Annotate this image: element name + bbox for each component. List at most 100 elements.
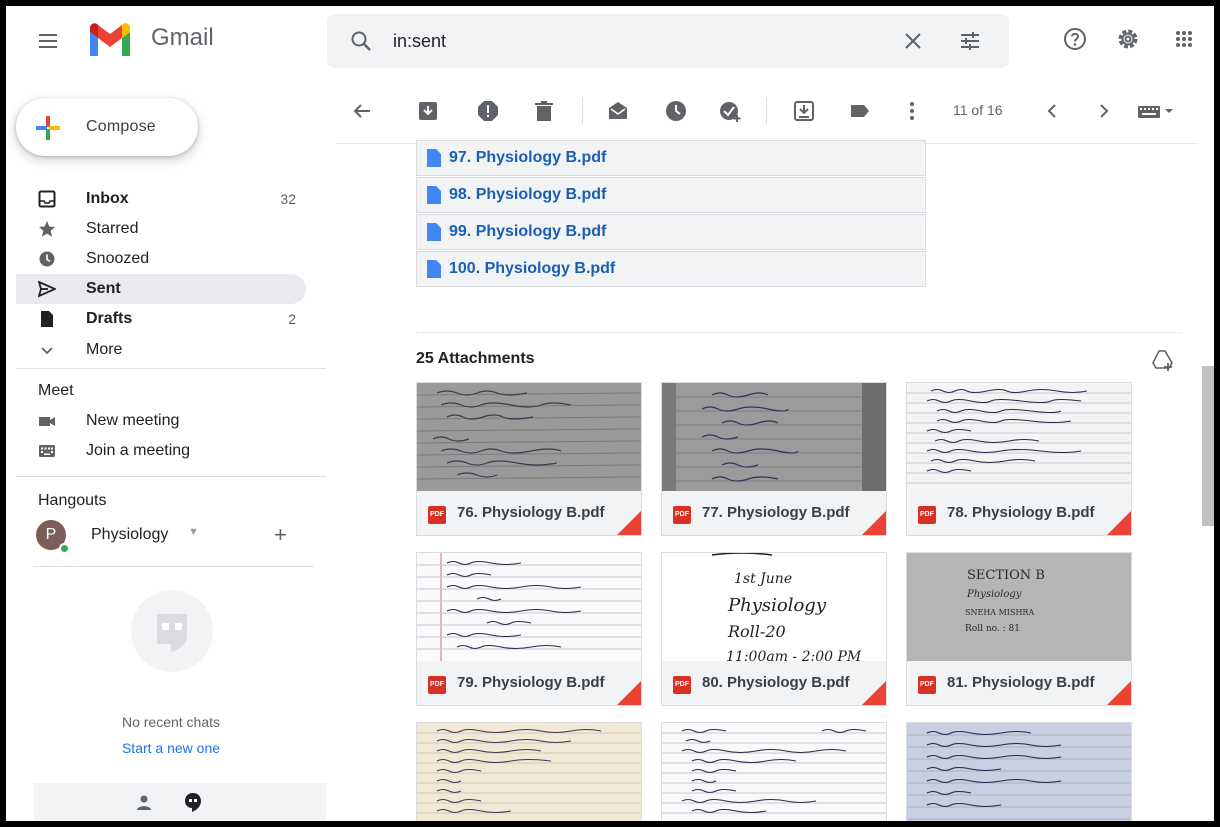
mark-unread-icon[interactable]: [606, 99, 630, 123]
help-icon[interactable]: [1061, 25, 1089, 53]
file-name: 97. Physiology B.pdf: [449, 149, 607, 166]
settings-icon[interactable]: [1114, 25, 1142, 53]
search-bar[interactable]: [327, 14, 1009, 68]
sidebar-item-starred[interactable]: Starred: [16, 214, 306, 244]
attachment-card[interactable]: 1st June Physiology Roll-20 11:00am - 2:…: [661, 552, 887, 706]
keyboard-icon[interactable]: [1136, 99, 1176, 123]
file-name: 100. Physiology B.pdf: [449, 260, 616, 277]
more-icon[interactable]: [900, 99, 924, 123]
attachment-card[interactable]: PDF 76. Physiology B.pdf: [416, 382, 642, 536]
search-options-icon[interactable]: [957, 28, 983, 54]
clear-icon[interactable]: [900, 28, 926, 54]
toolbar-separator: [766, 98, 767, 124]
attachment-card[interactable]: SECTION B Physiology SNEHA MISHRA Roll n…: [906, 552, 1132, 706]
attachment-card[interactable]: [661, 722, 887, 821]
hangouts-user-name: Physiology: [91, 526, 169, 543]
file-icon: [427, 223, 441, 241]
snooze-icon[interactable]: [664, 99, 688, 123]
message-view: 11 of 16 97. Physiology B.pdf 98. Physio…: [336, 78, 1214, 821]
file-icon: [427, 260, 441, 278]
back-icon[interactable]: [350, 99, 374, 123]
inbox-icon: [38, 190, 56, 208]
attachment-card[interactable]: [906, 722, 1132, 821]
attachments-divider: [416, 332, 1182, 333]
attachment-card[interactable]: PDF 79. Physiology B.pdf: [416, 552, 642, 706]
toolbar-separator: [582, 98, 583, 124]
compose-button[interactable]: Compose: [16, 98, 198, 156]
search-input[interactable]: [393, 28, 853, 54]
sidebar-item-sent[interactable]: Sent: [16, 274, 306, 304]
left-navigation: Compose Inbox 32 Starred Snoozed Sent Dr…: [6, 78, 326, 821]
pager-text: 11 of 16: [953, 102, 1003, 118]
add-to-drive-icon[interactable]: [1151, 348, 1175, 372]
fold-corner-icon: [615, 681, 641, 705]
attachment-caption: PDF 79. Physiology B.pdf: [417, 661, 641, 705]
sidebar-item-snoozed[interactable]: Snoozed: [16, 244, 306, 274]
file-icon: [427, 186, 441, 204]
cover-text: Physiology: [966, 589, 1022, 600]
menu-icon[interactable]: [32, 26, 62, 56]
attachment-card[interactable]: PDF 78. Physiology B.pdf: [906, 382, 1132, 536]
cover-text: 1st June: [734, 571, 792, 587]
no-chats-text: No recent chats: [121, 714, 221, 730]
hangouts-chat-icon[interactable]: [182, 791, 204, 813]
hangouts-title: Hangouts: [38, 492, 107, 509]
report-spam-icon[interactable]: [476, 99, 500, 123]
delete-icon[interactable]: [532, 99, 556, 123]
scrollbar-thumb[interactable]: [1202, 366, 1214, 526]
file-link[interactable]: 100. Physiology B.pdf: [416, 251, 926, 287]
hangouts-user[interactable]: P Physiology ▼ +: [34, 518, 324, 554]
add-task-icon[interactable]: [718, 99, 742, 123]
star-icon: [39, 221, 55, 237]
unread-count: 32: [280, 191, 296, 207]
older-icon[interactable]: [1092, 99, 1116, 123]
pdf-icon: PDF: [673, 506, 691, 524]
sidebar-divider: [34, 566, 314, 567]
app-header: Gmail: [6, 6, 1214, 78]
apps-icon[interactable]: [1170, 25, 1198, 53]
attachment-thumbnail: [417, 723, 641, 821]
attachment-card[interactable]: PDF 77. Physiology B.pdf: [661, 382, 887, 536]
cover-text: Roll no. : 81: [965, 624, 1020, 634]
attachment-caption: PDF 76. Physiology B.pdf: [417, 491, 641, 535]
fold-corner-icon: [860, 511, 886, 535]
attachment-name: 81. Physiology B.pdf: [947, 674, 1095, 691]
status-dropdown-icon[interactable]: ▼: [188, 526, 199, 538]
sidebar-item-label: Starred: [86, 220, 139, 237]
new-chat-plus-icon[interactable]: +: [274, 522, 287, 548]
send-icon: [38, 280, 56, 298]
newer-icon[interactable]: [1040, 99, 1064, 123]
attachment-name: 79. Physiology B.pdf: [457, 674, 605, 691]
attachment-caption: PDF 80. Physiology B.pdf: [662, 661, 886, 705]
cover-text: SECTION B: [967, 568, 1045, 583]
pdf-icon: PDF: [428, 506, 446, 524]
attachment-thumbnail: 1st June Physiology Roll-20 11:00am - 2:…: [662, 553, 886, 661]
start-new-chat-link[interactable]: Start a new one: [6, 740, 336, 756]
new-meeting-link[interactable]: New meeting: [16, 406, 306, 436]
sidebar-item-inbox[interactable]: Inbox 32: [16, 184, 306, 214]
draft-icon: [41, 311, 53, 327]
join-meeting-link[interactable]: Join a meeting: [16, 436, 306, 466]
cover-text: SNEHA MISHRA: [965, 608, 1034, 617]
video-camera-icon: [39, 417, 55, 426]
archive-icon[interactable]: [416, 99, 440, 123]
attachment-caption: PDF 77. Physiology B.pdf: [662, 491, 886, 535]
attachment-name: 76. Physiology B.pdf: [457, 504, 605, 521]
fold-corner-icon: [1105, 511, 1131, 535]
gmail-logo[interactable]: [86, 22, 134, 58]
label-icon[interactable]: [848, 99, 872, 123]
sidebar-item-label: Inbox: [86, 190, 129, 207]
contacts-icon[interactable]: [134, 793, 154, 813]
app-brand: Gmail: [151, 24, 214, 51]
attachment-card[interactable]: [416, 722, 642, 821]
file-link[interactable]: 97. Physiology B.pdf: [416, 140, 926, 176]
file-link[interactable]: 98. Physiology B.pdf: [416, 177, 926, 213]
attachment-name: 80. Physiology B.pdf: [702, 674, 850, 691]
sidebar-item-drafts[interactable]: Drafts 2: [16, 304, 306, 334]
file-link[interactable]: 99. Physiology B.pdf: [416, 214, 926, 250]
sidebar-item-more[interactable]: More: [16, 335, 306, 365]
move-to-icon[interactable]: [792, 99, 816, 123]
hangouts-bottom-bar: [34, 783, 326, 821]
search-icon[interactable]: [349, 29, 373, 53]
attachment-thumbnail: [417, 383, 641, 491]
